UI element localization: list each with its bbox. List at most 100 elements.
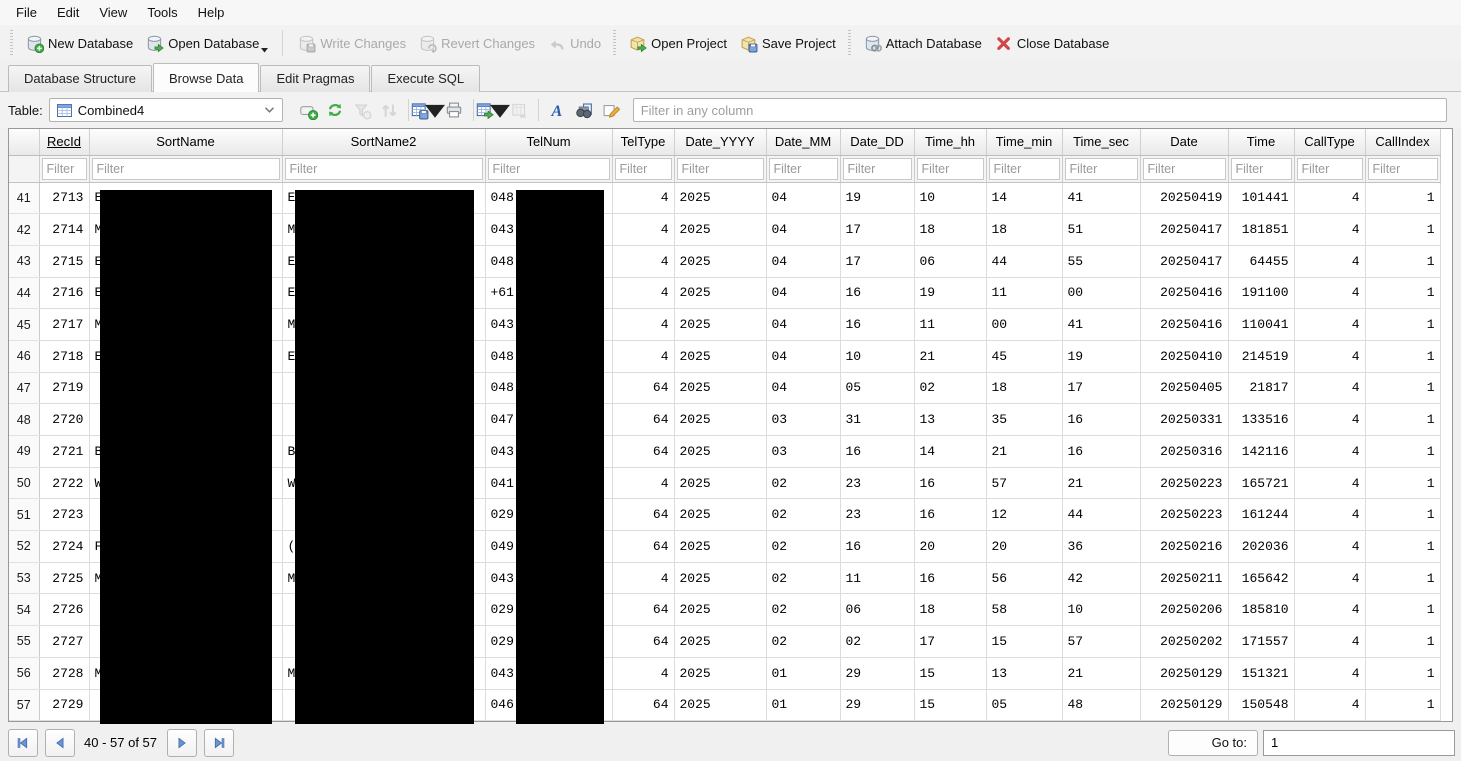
grid-cell[interactable]: 4	[612, 467, 675, 500]
grid-cell[interactable]: 31	[840, 403, 915, 436]
grid-cell[interactable]: 13	[914, 403, 987, 436]
new-record-button[interactable]	[295, 97, 322, 124]
grid-cell[interactable]: 165721	[1228, 467, 1295, 500]
column-header-time[interactable]: Time	[1228, 129, 1295, 156]
grid-cell[interactable]: 2025	[674, 467, 767, 500]
grid-cell[interactable]: 12	[986, 498, 1063, 532]
tab-execute-sql[interactable]: Execute SQL	[371, 65, 481, 92]
grid-cell[interactable]: 16	[914, 498, 987, 532]
column-header-date[interactable]: Date	[1140, 129, 1229, 156]
column-header-date-mm[interactable]: Date_MM	[766, 129, 841, 156]
grid-cell[interactable]: 1	[1365, 562, 1441, 595]
table-selector[interactable]: Combined4	[48, 98, 283, 122]
save-project-button[interactable]: Save Project	[733, 29, 842, 57]
grid-cell[interactable]: 4	[1294, 213, 1366, 246]
close-database-button[interactable]: Close Database	[988, 29, 1116, 57]
grid-cell[interactable]: 1	[1365, 593, 1441, 627]
grid-cell[interactable]: 04	[766, 340, 841, 373]
row-number[interactable]: 56	[9, 657, 40, 690]
grid-cell[interactable]: 1	[1365, 245, 1441, 278]
grid-cell[interactable]: 191100	[1228, 277, 1295, 310]
grid-cell[interactable]: 51	[1062, 213, 1141, 246]
grid-cell[interactable]: 2725	[39, 562, 90, 595]
grid-cell[interactable]: 4	[612, 562, 675, 595]
grid-cell[interactable]: 01	[766, 657, 841, 690]
grid-cell[interactable]: 20250416	[1140, 277, 1229, 310]
grid-cell[interactable]: 1	[1365, 435, 1441, 468]
grid-cell[interactable]: 4	[1294, 530, 1366, 563]
grid-cell[interactable]: 4	[612, 340, 675, 373]
column-filter-input-date-yyyy[interactable]: Filter	[676, 157, 764, 180]
row-number[interactable]: 49	[9, 435, 40, 468]
grid-cell[interactable]: 2716	[39, 277, 90, 310]
grid-cell[interactable]: 2025	[674, 340, 767, 373]
grid-cell[interactable]: 151321	[1228, 657, 1295, 690]
grid-cell[interactable]: 10	[840, 340, 915, 373]
grid-cell[interactable]: 18	[914, 213, 987, 246]
grid-cell[interactable]: 185810	[1228, 593, 1295, 627]
row-number[interactable]: 54	[9, 593, 40, 627]
grid-cell[interactable]: 03	[766, 403, 841, 436]
grid-cell[interactable]: 1	[1365, 625, 1441, 658]
grid-cell[interactable]: 10	[914, 182, 987, 215]
row-number[interactable]: 44	[9, 277, 40, 310]
grid-cell[interactable]: 17	[914, 625, 987, 658]
grid-cell[interactable]: 20250419	[1140, 182, 1229, 215]
grid-cell[interactable]: 2025	[674, 625, 767, 658]
column-filter-input-date-mm[interactable]: Filter	[768, 157, 838, 180]
grid-cell[interactable]: 20250223	[1140, 498, 1229, 532]
grid-cell[interactable]: 2025	[674, 403, 767, 436]
grid-cell[interactable]: 2718	[39, 340, 90, 373]
grid-cell[interactable]: 4	[1294, 308, 1366, 341]
grid-cell[interactable]: 02	[766, 625, 841, 658]
grid-cell[interactable]: 41	[1062, 308, 1141, 341]
grid-cell[interactable]: 2025	[674, 308, 767, 341]
grid-cell[interactable]: 2025	[674, 277, 767, 310]
grid-cell[interactable]: 06	[914, 245, 987, 278]
column-header-date-dd[interactable]: Date_DD	[840, 129, 915, 156]
grid-cell[interactable]: 36	[1062, 530, 1141, 563]
grid-cell[interactable]: 2025	[674, 593, 767, 627]
grid-cell[interactable]: 04	[766, 182, 841, 215]
grid-cell[interactable]: 20250331	[1140, 403, 1229, 436]
grid-cell[interactable]: 2721	[39, 435, 90, 468]
grid-cell[interactable]: 05	[840, 372, 915, 405]
grid-cell[interactable]: 64	[612, 403, 675, 436]
grid-cell[interactable]: 64	[612, 435, 675, 468]
grid-cell[interactable]: 2025	[674, 245, 767, 278]
grid-cell[interactable]: 150548	[1228, 689, 1295, 721]
font-button[interactable]: A	[544, 97, 571, 124]
grid-cell[interactable]: 4	[612, 277, 675, 310]
grid-cell[interactable]: 44	[986, 245, 1063, 278]
grid-cell[interactable]: 1	[1365, 340, 1441, 373]
grid-cell[interactable]: 64	[612, 530, 675, 563]
grid-cell[interactable]: 64	[612, 498, 675, 532]
row-number[interactable]: 42	[9, 213, 40, 246]
grid-cell[interactable]: 05	[986, 689, 1063, 721]
grid-cell[interactable]: 20250417	[1140, 213, 1229, 246]
grid-cell[interactable]: 2724	[39, 530, 90, 563]
row-number[interactable]: 50	[9, 467, 40, 500]
grid-cell[interactable]: 58	[986, 593, 1063, 627]
grid-cell[interactable]: 02	[914, 372, 987, 405]
filter-any-column-input[interactable]	[632, 98, 1447, 122]
grid-cell[interactable]: 2729	[39, 689, 90, 721]
tab-browse-data[interactable]: Browse Data	[153, 63, 260, 92]
column-header-date-yyyy[interactable]: Date_YYYY	[674, 129, 767, 156]
grid-cell[interactable]: 16	[840, 530, 915, 563]
grid-cell[interactable]: 2713	[39, 182, 90, 215]
grid-cell[interactable]: 4	[1294, 372, 1366, 405]
grid-cell[interactable]: 23	[840, 467, 915, 500]
grid-cell[interactable]: 2720	[39, 403, 90, 436]
grid-cell[interactable]: 02	[766, 562, 841, 595]
tab-database-structure[interactable]: Database Structure	[8, 65, 153, 92]
grid-cell[interactable]: 48	[1062, 689, 1141, 721]
grid-cell[interactable]: 1	[1365, 657, 1441, 690]
grid-cell[interactable]: 161244	[1228, 498, 1295, 532]
grid-cell[interactable]: 64	[612, 689, 675, 721]
grid-cell[interactable]: 2719	[39, 372, 90, 405]
grid-cell[interactable]: 19	[914, 277, 987, 310]
grid-cell[interactable]: 20250206	[1140, 593, 1229, 627]
grid-cell[interactable]: 20	[986, 530, 1063, 563]
row-number[interactable]: 52	[9, 530, 40, 563]
